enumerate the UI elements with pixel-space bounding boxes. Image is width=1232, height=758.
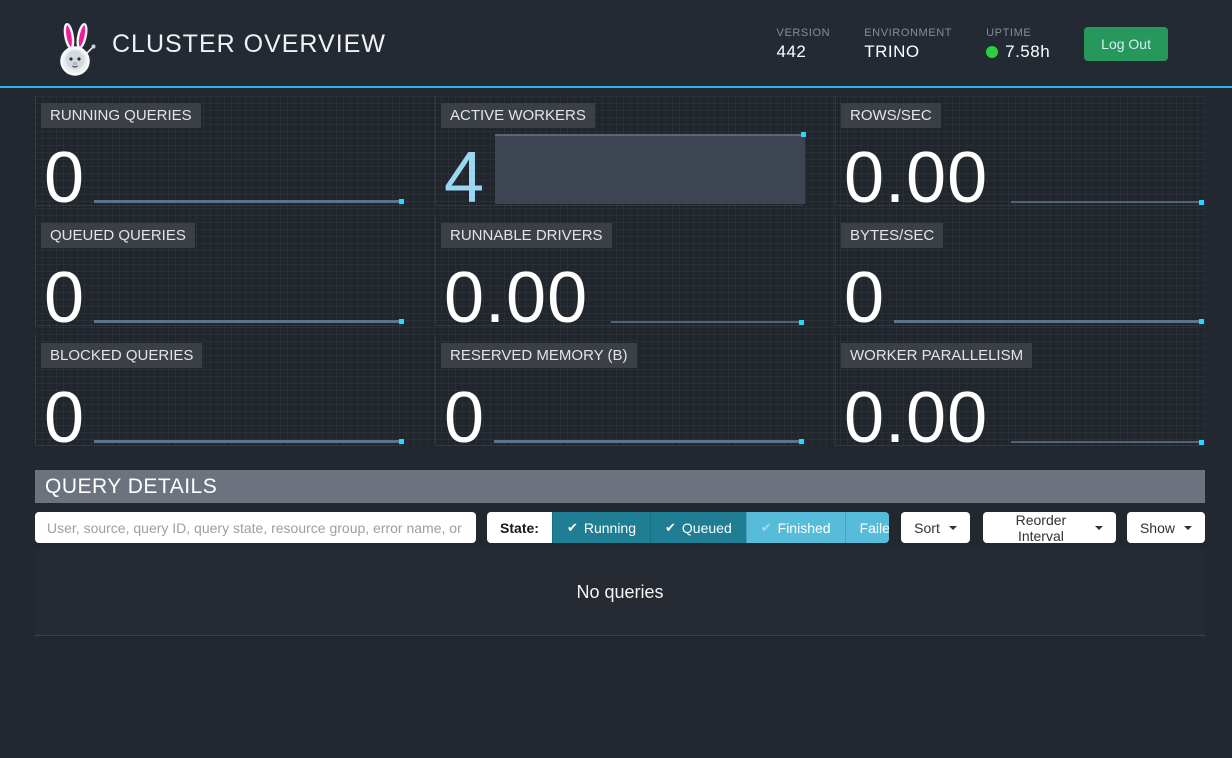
uptime-value: 7.58h (1005, 42, 1050, 62)
stat-label: ROWS/SEC (841, 103, 941, 128)
query-search-input[interactable] (35, 512, 476, 543)
logout-button[interactable]: Log Out (1084, 27, 1168, 61)
stat-tile-queued-queries: QUEUED QUERIES 0 (35, 216, 403, 326)
stat-tile-blocked-queries: BLOCKED QUERIES 0 (35, 336, 403, 446)
query-list-empty-state: No queries (35, 549, 1205, 636)
version-block: VERSION 442 (777, 27, 831, 62)
stat-tile-bytes-per-sec: BYTES/SEC 0 (835, 216, 1203, 326)
sparkline (894, 320, 1203, 323)
spark-dot-icon (1199, 440, 1204, 445)
sparkline-area (495, 134, 805, 204)
version-label: VERSION (777, 27, 831, 39)
state-filter-queued[interactable]: Queued (650, 512, 746, 543)
trino-bunny-logo-icon (54, 22, 98, 78)
state-filter-queued-label: Queued (682, 520, 732, 536)
uptime-value-row: 7.58h (986, 42, 1050, 62)
reorder-interval-dropdown-button[interactable]: Reorder Interval (983, 512, 1116, 543)
stat-tile-reserved-memory: RESERVED MEMORY (B) 0 (435, 336, 803, 446)
sparkline (1011, 441, 1203, 443)
stat-label: BLOCKED QUERIES (41, 343, 202, 368)
query-details-panel: QUERY DETAILS State: Running Queued Fini… (35, 470, 1205, 636)
reorder-interval-label: Reorder Interval (996, 512, 1086, 544)
spark-dot-icon (799, 320, 804, 325)
panel-title: QUERY DETAILS (35, 470, 1205, 503)
app-header: CLUSTER OVERVIEW VERSION 442 ENVIRONMENT… (0, 0, 1232, 88)
state-filter-failed-label: Failed (860, 520, 890, 536)
show-dropdown-button[interactable]: Show (1127, 512, 1205, 543)
stat-value: 0 (44, 382, 85, 454)
stat-tile-active-workers: ACTIVE WORKERS 4 (435, 96, 803, 206)
caret-down-icon (949, 526, 957, 530)
stat-value: 0 (44, 142, 85, 214)
state-filter-running[interactable]: Running (552, 512, 650, 543)
stat-tile-rows-per-sec: ROWS/SEC 0.00 (835, 96, 1203, 206)
page-title: CLUSTER OVERVIEW (112, 0, 386, 88)
sparkline (94, 200, 403, 203)
uptime-block: UPTIME 7.58h (986, 27, 1050, 62)
stat-value: 0.00 (444, 262, 588, 334)
stat-value: 0.00 (844, 142, 988, 214)
stat-tile-running-queries: RUNNING QUERIES 0 (35, 96, 403, 206)
check-icon (567, 519, 578, 536)
spark-dot-icon (399, 199, 404, 204)
spark-dot-icon (1199, 319, 1204, 324)
stat-tile-runnable-drivers: RUNNABLE DRIVERS 0.00 (435, 216, 803, 326)
show-label: Show (1140, 520, 1175, 536)
sparkline (94, 440, 403, 443)
spark-dot-icon (799, 439, 804, 444)
cluster-stats-grid: RUNNING QUERIES 0 ACTIVE WORKERS 4 ROWS/… (35, 96, 1205, 446)
stat-tile-worker-parallelism: WORKER PARALLELISM 0.00 (835, 336, 1203, 446)
stat-value: 4 (444, 142, 485, 214)
stat-label: WORKER PARALLELISM (841, 343, 1032, 368)
state-filter-finished-label: Finished (778, 520, 831, 536)
empty-message: No queries (576, 582, 663, 603)
state-filter-failed-dropdown[interactable]: Failed (845, 512, 890, 543)
caret-down-icon (1184, 526, 1192, 530)
caret-down-icon (1095, 526, 1103, 530)
check-icon (665, 519, 676, 536)
check-icon (761, 519, 772, 536)
environment-block: ENVIRONMENT TRINO (864, 27, 952, 62)
status-dot-icon (986, 46, 998, 58)
header-meta: VERSION 442 ENVIRONMENT TRINO UPTIME 7.5… (777, 0, 1168, 88)
spark-dot-icon (399, 439, 404, 444)
state-filter-label: State: (487, 512, 552, 543)
state-filter-running-label: Running (584, 520, 636, 536)
spark-dot-icon (399, 319, 404, 324)
stat-label: RESERVED MEMORY (B) (441, 343, 637, 368)
stat-label: RUNNABLE DRIVERS (441, 223, 612, 248)
spark-dot-icon (1199, 200, 1204, 205)
query-toolbar: State: Running Queued Finished Failed So… (35, 512, 1205, 543)
sparkline (1011, 201, 1203, 203)
environment-value: TRINO (864, 42, 952, 62)
state-filter-group: State: Running Queued Finished Failed (487, 512, 889, 543)
stat-label: RUNNING QUERIES (41, 103, 201, 128)
environment-label: ENVIRONMENT (864, 27, 952, 39)
sparkline (611, 321, 803, 323)
stat-label: QUEUED QUERIES (41, 223, 195, 248)
stat-value: 0 (444, 382, 485, 454)
state-filter-finished[interactable]: Finished (746, 512, 845, 543)
stat-label: BYTES/SEC (841, 223, 943, 248)
uptime-label: UPTIME (986, 27, 1050, 39)
stat-value: 0.00 (844, 382, 988, 454)
sort-label: Sort (914, 520, 940, 536)
spark-dot-icon (801, 132, 806, 137)
version-value: 442 (777, 42, 831, 62)
sparkline (94, 320, 403, 323)
stat-label: ACTIVE WORKERS (441, 103, 595, 128)
sort-dropdown-button[interactable]: Sort (901, 512, 970, 543)
stat-value: 0 (844, 262, 885, 334)
stat-value: 0 (44, 262, 85, 334)
sparkline (494, 440, 803, 443)
